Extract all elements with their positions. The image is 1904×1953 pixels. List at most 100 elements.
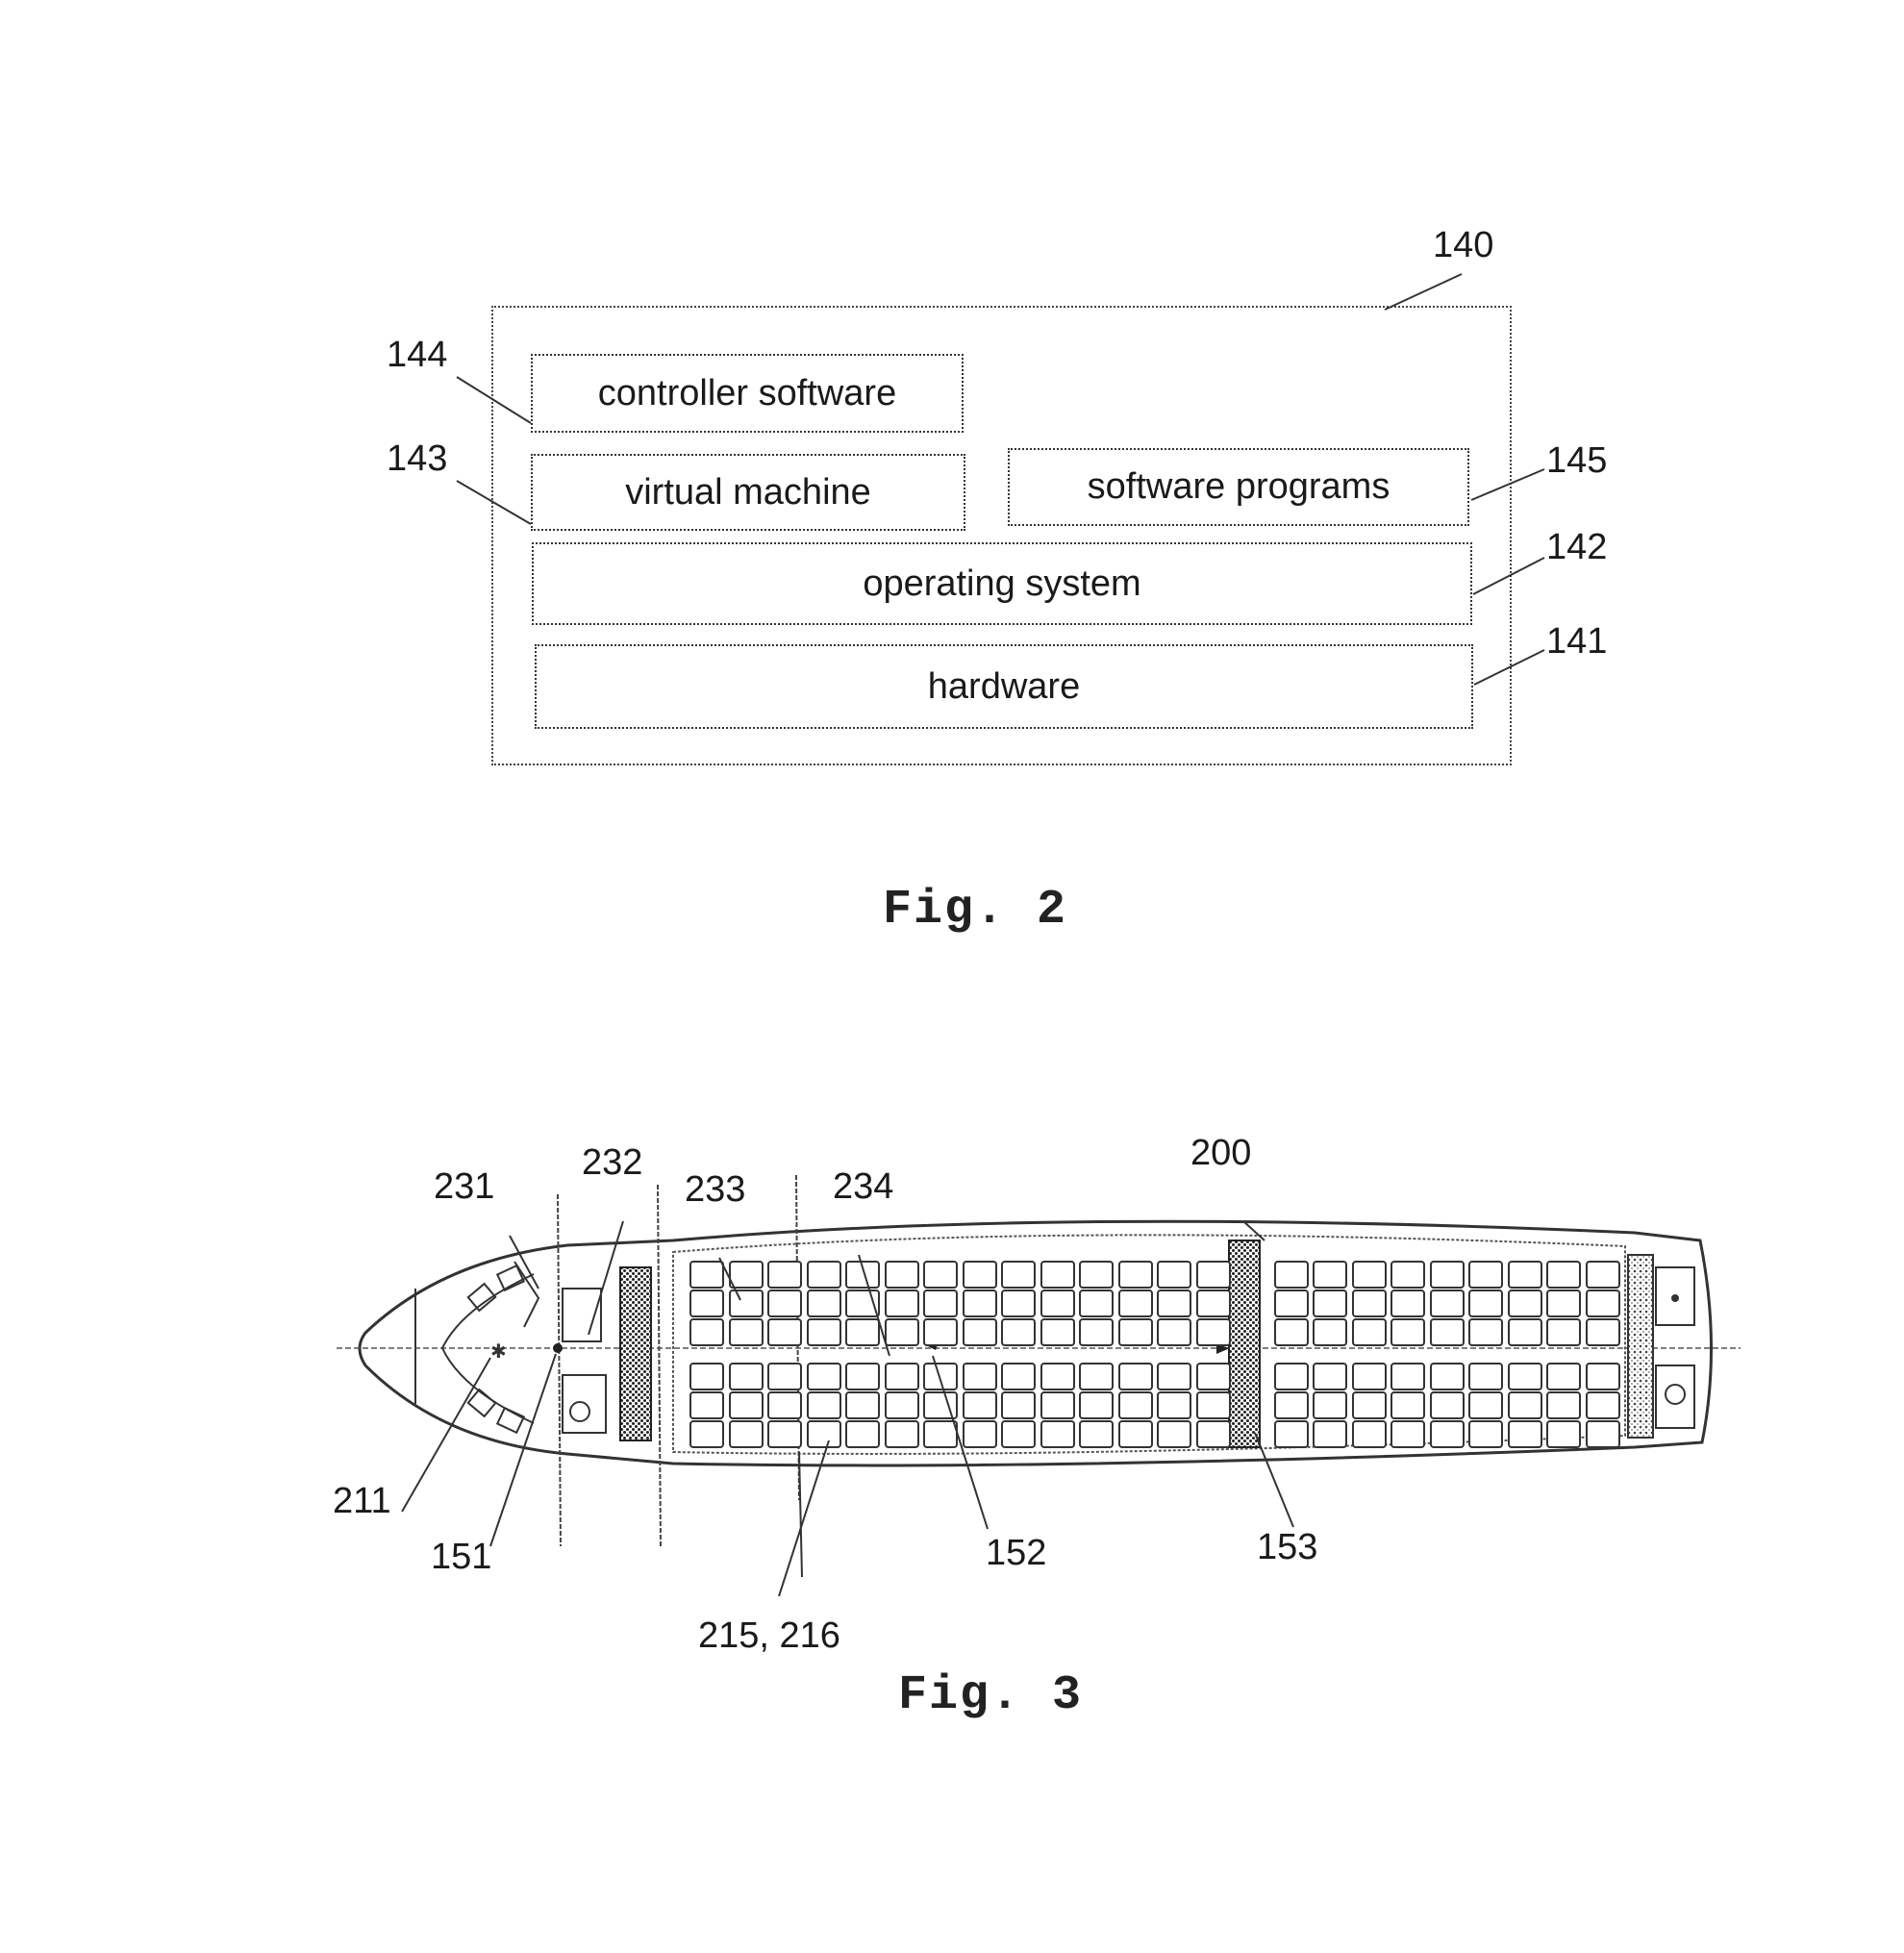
seat bbox=[1352, 1420, 1387, 1448]
seat bbox=[1352, 1391, 1387, 1419]
seat bbox=[1157, 1261, 1191, 1289]
seat bbox=[1118, 1391, 1153, 1419]
seat bbox=[923, 1318, 958, 1346]
seat bbox=[845, 1318, 880, 1346]
seat bbox=[729, 1261, 764, 1289]
seat bbox=[1079, 1289, 1114, 1317]
seat bbox=[689, 1420, 724, 1448]
seat bbox=[963, 1363, 997, 1390]
seat bbox=[1118, 1261, 1153, 1289]
seat bbox=[1001, 1420, 1036, 1448]
seat bbox=[729, 1318, 764, 1346]
seat bbox=[807, 1318, 841, 1346]
seat bbox=[1313, 1261, 1347, 1289]
seat bbox=[1040, 1261, 1075, 1289]
ref-234: 234 bbox=[833, 1166, 894, 1207]
seat bbox=[1040, 1318, 1075, 1346]
ref-151: 151 bbox=[431, 1537, 492, 1577]
seat bbox=[807, 1363, 841, 1390]
seat bbox=[1196, 1261, 1231, 1289]
seat bbox=[1468, 1318, 1503, 1346]
seat bbox=[767, 1261, 802, 1289]
seat bbox=[1313, 1391, 1347, 1419]
seat bbox=[689, 1289, 724, 1317]
seat bbox=[689, 1363, 724, 1390]
seat bbox=[1352, 1289, 1387, 1317]
seat bbox=[1586, 1318, 1620, 1346]
seat bbox=[1430, 1363, 1465, 1390]
seat bbox=[1313, 1363, 1347, 1390]
seat bbox=[1157, 1318, 1191, 1346]
seat bbox=[885, 1289, 919, 1317]
seat bbox=[1586, 1289, 1620, 1317]
seat bbox=[1196, 1420, 1231, 1448]
seat bbox=[1040, 1289, 1075, 1317]
seat bbox=[1390, 1420, 1425, 1448]
seat bbox=[1430, 1261, 1465, 1289]
seat bbox=[1546, 1318, 1581, 1346]
seat bbox=[885, 1420, 919, 1448]
seat bbox=[1390, 1391, 1425, 1419]
seat bbox=[845, 1391, 880, 1419]
ref-152: 152 bbox=[986, 1533, 1047, 1573]
seat bbox=[1352, 1318, 1387, 1346]
seat bbox=[885, 1391, 919, 1419]
seat bbox=[1546, 1391, 1581, 1419]
seat bbox=[729, 1289, 764, 1317]
seat bbox=[1001, 1289, 1036, 1317]
seat bbox=[963, 1391, 997, 1419]
seat bbox=[1040, 1420, 1075, 1448]
seat bbox=[807, 1420, 841, 1448]
fig3-caption: Fig. 3 bbox=[898, 1668, 1084, 1723]
ref-231: 231 bbox=[434, 1166, 495, 1207]
seat bbox=[1508, 1261, 1542, 1289]
seat bbox=[1118, 1363, 1153, 1390]
seat bbox=[923, 1363, 958, 1390]
seat bbox=[1352, 1363, 1387, 1390]
seat bbox=[1586, 1391, 1620, 1419]
seat bbox=[1352, 1261, 1387, 1289]
seat bbox=[1508, 1391, 1542, 1419]
monument-hatched-front bbox=[619, 1266, 652, 1441]
seat bbox=[767, 1420, 802, 1448]
seat bbox=[1157, 1420, 1191, 1448]
seat bbox=[963, 1420, 997, 1448]
seat bbox=[1079, 1391, 1114, 1419]
seat bbox=[767, 1318, 802, 1346]
seat bbox=[1430, 1289, 1465, 1317]
monument-200 bbox=[1228, 1239, 1261, 1448]
seat bbox=[1546, 1261, 1581, 1289]
seat bbox=[1079, 1420, 1114, 1448]
ref-211: 211 bbox=[333, 1481, 391, 1521]
monument-rear bbox=[1627, 1254, 1654, 1439]
seat bbox=[689, 1261, 724, 1289]
seat bbox=[1196, 1363, 1231, 1390]
seat bbox=[729, 1391, 764, 1419]
seat bbox=[1468, 1289, 1503, 1317]
seat bbox=[1313, 1420, 1347, 1448]
seat bbox=[729, 1363, 764, 1390]
seat bbox=[1508, 1363, 1542, 1390]
seat bbox=[885, 1261, 919, 1289]
seat bbox=[1001, 1318, 1036, 1346]
seat bbox=[963, 1318, 997, 1346]
seat bbox=[1430, 1391, 1465, 1419]
seat bbox=[1001, 1391, 1036, 1419]
ref-232: 232 bbox=[582, 1142, 643, 1183]
seat bbox=[1196, 1289, 1231, 1317]
seat bbox=[1196, 1391, 1231, 1419]
ref-215-216: 215, 216 bbox=[698, 1615, 840, 1656]
seat bbox=[1313, 1289, 1347, 1317]
seat bbox=[767, 1363, 802, 1390]
seat bbox=[923, 1289, 958, 1317]
seat bbox=[885, 1318, 919, 1346]
seat bbox=[1118, 1420, 1153, 1448]
seat bbox=[1468, 1420, 1503, 1448]
seat bbox=[1468, 1363, 1503, 1390]
seat bbox=[689, 1391, 724, 1419]
seat bbox=[807, 1289, 841, 1317]
seat bbox=[963, 1289, 997, 1317]
seat bbox=[689, 1318, 724, 1346]
seat bbox=[1586, 1261, 1620, 1289]
seat bbox=[1546, 1289, 1581, 1317]
